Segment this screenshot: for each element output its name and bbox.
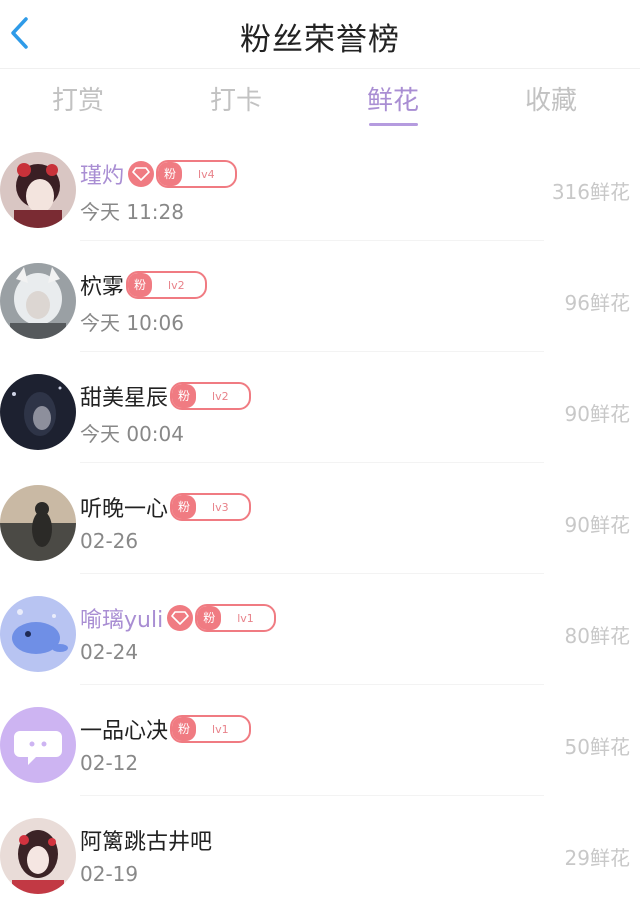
tab-dashang[interactable]: 打赏 xyxy=(18,80,138,117)
timestamp: 02-24 xyxy=(80,640,139,664)
avatar[interactable] xyxy=(0,152,76,228)
fan-name[interactable]: 听晚一心 xyxy=(80,491,168,523)
fan-level: lv4 xyxy=(198,167,215,181)
fan-name[interactable]: 阿篱跳古井吧 xyxy=(80,824,212,856)
fan-name[interactable]: 喻璃yuli xyxy=(80,602,163,634)
flower-count: 29鲜花 xyxy=(564,846,630,870)
fan-name[interactable]: 甜美星辰 xyxy=(80,380,168,412)
list-item[interactable]: 一品心决 粉 lv1 02-12 50鲜花 xyxy=(0,685,640,796)
fan-name[interactable]: 柼雺 xyxy=(80,269,124,301)
avatar[interactable] xyxy=(0,596,76,672)
diamond-icon xyxy=(128,161,155,187)
fan-badge: 粉 lv1 xyxy=(170,715,251,743)
tab-bar: 打赏 打卡 鲜花 收藏 xyxy=(0,68,640,128)
fan-level: lv2 xyxy=(212,389,229,403)
timestamp: 02-26 xyxy=(80,529,139,553)
flower-count: 50鲜花 xyxy=(564,735,630,759)
active-tab-indicator xyxy=(369,123,418,126)
list-item[interactable]: 甜美星辰 粉 lv2 今天 00:04 90鲜花 xyxy=(0,352,640,463)
timestamp: 今天 10:06 xyxy=(80,311,184,335)
list-item[interactable]: 听晚一心 粉 lv3 02-26 90鲜花 xyxy=(0,463,640,574)
timestamp: 02-12 xyxy=(80,751,139,775)
flower-count: 80鲜花 xyxy=(564,624,630,648)
fan-name[interactable]: 瑾灼 xyxy=(80,158,124,190)
avatar[interactable] xyxy=(0,485,76,561)
list-item[interactable]: 瑾灼 粉 lv4 今天 11:28 316鲜花 xyxy=(0,130,640,241)
page-title: 粉丝荣誉榜 xyxy=(240,22,400,58)
avatar[interactable] xyxy=(0,818,76,894)
tab-xianhua[interactable]: 鲜花 xyxy=(333,80,453,117)
diamond-icon xyxy=(167,605,194,631)
tab-shoucang[interactable]: 收藏 xyxy=(491,80,611,117)
avatar[interactable] xyxy=(0,707,76,783)
fan-name[interactable]: 一品心决 xyxy=(80,713,168,745)
timestamp: 02-19 xyxy=(80,862,139,886)
tab-daka[interactable]: 打卡 xyxy=(176,80,296,117)
flower-count: 90鲜花 xyxy=(564,402,630,426)
flower-count: 90鲜花 xyxy=(564,513,630,537)
fan-level: lv1 xyxy=(237,611,254,625)
fan-badge: 粉 lv2 xyxy=(126,271,207,299)
fan-badge: 粉 lv1 xyxy=(195,604,276,632)
list-item[interactable]: 喻璃yuli 粉 lv1 02-24 80鲜花 xyxy=(0,574,640,685)
fan-level: lv1 xyxy=(212,722,229,736)
list-item[interactable]: 柼雺 粉 lv2 今天 10:06 96鲜花 xyxy=(0,241,640,352)
avatar[interactable] xyxy=(0,263,76,339)
flower-count: 316鲜花 xyxy=(551,180,630,204)
header: 粉丝荣誉榜 xyxy=(0,0,640,69)
timestamp: 今天 11:28 xyxy=(80,200,184,224)
fan-badge: 粉 lv3 xyxy=(170,493,251,521)
avatar[interactable] xyxy=(0,374,76,450)
fan-level: lv3 xyxy=(212,500,229,514)
fan-badge: 粉 lv2 xyxy=(170,382,251,410)
flower-count: 96鲜花 xyxy=(564,291,630,315)
fan-level: lv2 xyxy=(168,278,185,292)
fan-badge: 粉 lv4 xyxy=(156,160,237,188)
list-item[interactable]: 阿篱跳古井吧 02-19 29鲜花 xyxy=(0,796,640,907)
timestamp: 今天 00:04 xyxy=(80,422,184,446)
